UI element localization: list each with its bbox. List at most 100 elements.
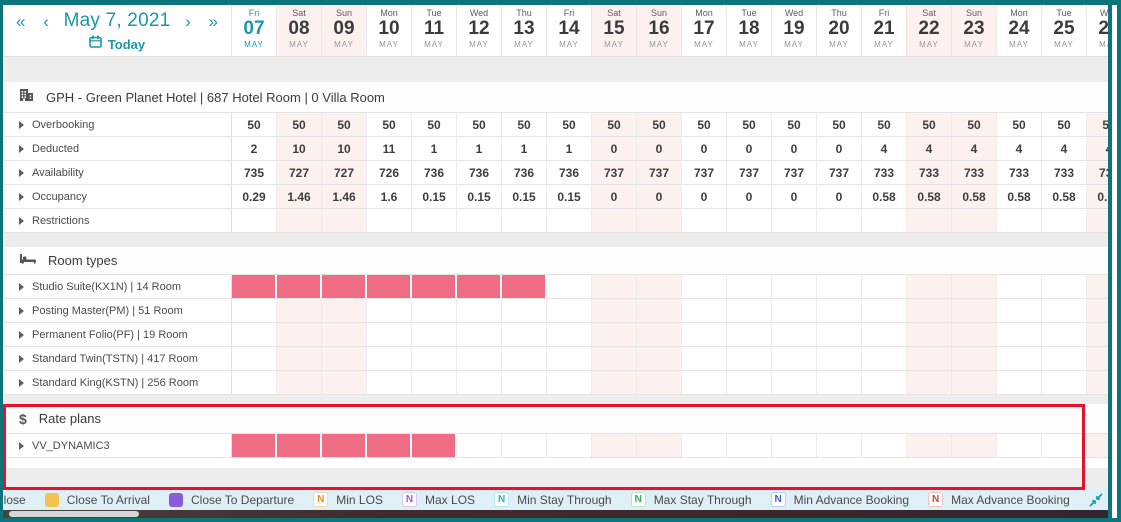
value-cell[interactable] — [1042, 323, 1087, 346]
value-cell[interactable] — [862, 347, 907, 370]
value-cell[interactable] — [727, 371, 772, 394]
value-cell[interactable] — [682, 434, 727, 457]
value-cell[interactable] — [952, 323, 997, 346]
value-cell[interactable] — [1042, 347, 1087, 370]
value-cell[interactable] — [997, 275, 1042, 298]
value-cell[interactable] — [682, 299, 727, 322]
value-cell[interactable] — [322, 299, 367, 322]
value-cell[interactable] — [547, 323, 592, 346]
value-cell[interactable] — [817, 323, 862, 346]
value-cell[interactable] — [637, 371, 682, 394]
value-cell[interactable] — [727, 275, 772, 298]
value-cell[interactable] — [232, 275, 277, 298]
value-cell[interactable] — [502, 347, 547, 370]
row-label-cell[interactable]: Restrictions — [3, 209, 232, 232]
value-cell[interactable] — [457, 434, 502, 457]
value-cell[interactable] — [907, 323, 952, 346]
next-day-button[interactable]: › — [182, 13, 194, 30]
value-cell[interactable] — [907, 371, 952, 394]
value-cell[interactable] — [952, 434, 997, 457]
value-cell[interactable] — [952, 275, 997, 298]
value-cell[interactable] — [637, 275, 682, 298]
value-cell[interactable] — [232, 299, 277, 322]
value-cell[interactable] — [277, 371, 322, 394]
value-cell[interactable] — [637, 434, 682, 457]
value-cell[interactable] — [817, 434, 862, 457]
value-cell[interactable] — [862, 299, 907, 322]
value-cell[interactable] — [367, 371, 412, 394]
collapse-icon[interactable] — [1089, 493, 1103, 507]
value-cell[interactable] — [727, 434, 772, 457]
value-cell[interactable] — [997, 299, 1042, 322]
value-cell[interactable] — [367, 434, 412, 457]
row-label-cell[interactable]: Standard King(KSTN) | 256 Room — [3, 371, 232, 394]
value-cell[interactable] — [817, 275, 862, 298]
value-cell[interactable] — [862, 371, 907, 394]
value-cell[interactable] — [277, 275, 322, 298]
value-cell[interactable] — [637, 347, 682, 370]
value-cell[interactable] — [547, 434, 592, 457]
first-page-button[interactable]: « — [13, 13, 28, 30]
value-cell[interactable] — [592, 347, 637, 370]
value-cell[interactable] — [322, 323, 367, 346]
value-cell[interactable] — [772, 371, 817, 394]
value-cell[interactable] — [412, 434, 457, 457]
value-cell[interactable] — [547, 275, 592, 298]
value-cell[interactable] — [682, 323, 727, 346]
value-cell[interactable] — [952, 347, 997, 370]
value-cell[interactable] — [907, 347, 952, 370]
value-cell[interactable] — [907, 434, 952, 457]
value-cell[interactable] — [682, 275, 727, 298]
value-cell[interactable] — [997, 323, 1042, 346]
value-cell[interactable] — [457, 371, 502, 394]
expand-arrow-icon[interactable] — [19, 355, 24, 363]
horizontal-scrollbar[interactable] — [3, 510, 1113, 518]
value-cell[interactable] — [727, 347, 772, 370]
value-cell[interactable] — [817, 371, 862, 394]
horizontal-scrollbar-thumb[interactable] — [9, 511, 139, 517]
value-cell[interactable] — [907, 275, 952, 298]
value-cell[interactable] — [637, 299, 682, 322]
value-cell[interactable] — [367, 323, 412, 346]
value-cell[interactable] — [367, 347, 412, 370]
value-cell[interactable] — [1042, 299, 1087, 322]
value-cell[interactable] — [682, 371, 727, 394]
row-label-cell[interactable]: Overbooking — [3, 113, 232, 136]
row-label-cell[interactable]: Posting Master(PM) | 51 Room — [3, 299, 232, 322]
value-cell[interactable] — [997, 434, 1042, 457]
value-cell[interactable] — [412, 275, 457, 298]
value-cell[interactable] — [232, 371, 277, 394]
value-cell[interactable] — [1042, 371, 1087, 394]
value-cell[interactable] — [997, 371, 1042, 394]
expand-arrow-icon[interactable] — [19, 283, 24, 291]
value-cell[interactable] — [457, 275, 502, 298]
value-cell[interactable] — [277, 323, 322, 346]
value-cell[interactable] — [862, 275, 907, 298]
value-cell[interactable] — [727, 323, 772, 346]
value-cell[interactable] — [232, 347, 277, 370]
value-cell[interactable] — [412, 371, 457, 394]
value-cell[interactable] — [592, 371, 637, 394]
expand-arrow-icon[interactable] — [19, 145, 24, 153]
value-cell[interactable] — [997, 347, 1042, 370]
value-cell[interactable] — [547, 371, 592, 394]
value-cell[interactable] — [277, 299, 322, 322]
value-cell[interactable] — [772, 299, 817, 322]
row-label-cell[interactable]: Occupancy — [3, 185, 232, 208]
row-label-cell[interactable]: Deducted — [3, 137, 232, 160]
value-cell[interactable] — [502, 275, 547, 298]
value-cell[interactable] — [322, 275, 367, 298]
value-cell[interactable] — [907, 299, 952, 322]
value-cell[interactable] — [547, 299, 592, 322]
value-cell[interactable] — [862, 323, 907, 346]
value-cell[interactable] — [772, 434, 817, 457]
value-cell[interactable] — [952, 299, 997, 322]
current-date-label[interactable]: May 7, 2021 — [64, 10, 171, 32]
value-cell[interactable] — [457, 323, 502, 346]
expand-arrow-icon[interactable] — [19, 331, 24, 339]
value-cell[interactable] — [862, 434, 907, 457]
prev-day-button[interactable]: ‹ — [40, 13, 52, 30]
value-cell[interactable] — [502, 323, 547, 346]
expand-arrow-icon[interactable] — [19, 379, 24, 387]
value-cell[interactable] — [592, 275, 637, 298]
